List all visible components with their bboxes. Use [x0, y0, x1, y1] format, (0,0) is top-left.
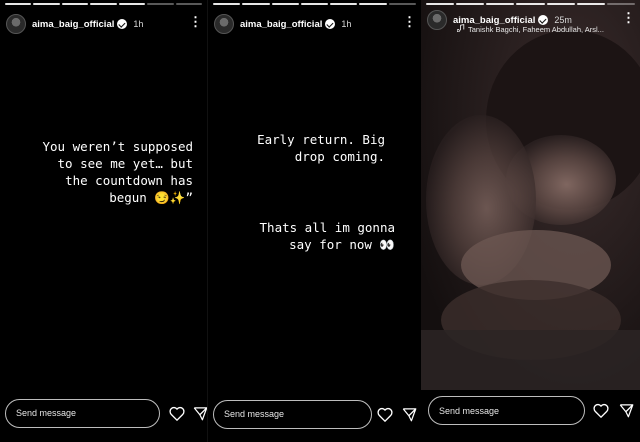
avatar[interactable] [214, 14, 234, 34]
more-options-icon[interactable]: ⋮ [189, 15, 202, 28]
send-message-input[interactable]: Send message [5, 398, 160, 428]
story-panel-2[interactable]: aima_baig_official 1h ⋮ Early return. Bi… [207, 0, 421, 442]
username[interactable]: aima_baig_official [240, 19, 322, 30]
send-icon[interactable] [191, 404, 207, 422]
send-icon[interactable] [617, 401, 635, 419]
heart-icon[interactable] [592, 401, 610, 419]
avatar[interactable] [6, 14, 26, 34]
story-caption: You weren’t supposed to see me yet… but … [42, 139, 193, 205]
music-note-icon [456, 24, 465, 34]
music-artists: Tanishk Bagchi, Faheem Abdullah, Arsl... [468, 24, 604, 34]
story-timestamp: 1h [341, 19, 352, 29]
story-panel-1[interactable]: aima_baig_official 1h ⋮ You weren’t supp… [0, 0, 207, 442]
music-attribution[interactable]: Tanishk Bagchi, Faheem Abdullah, Arsl... [456, 24, 604, 34]
send-message-input[interactable]: Send message [428, 396, 585, 425]
more-options-icon[interactable]: ⋮ [403, 15, 416, 28]
more-options-icon[interactable]: ⋮ [622, 11, 635, 24]
story-timestamp: 1h [133, 19, 144, 29]
story-progress-bar [426, 3, 635, 5]
story-progress-bar [5, 3, 202, 5]
avatar[interactable] [427, 10, 447, 30]
story-header: aima_baig_official 1h ⋮ [6, 12, 202, 36]
story-header: aima_baig_official 1h ⋮ [214, 12, 416, 36]
story-photo [421, 0, 640, 392]
story-footer: Send message [208, 394, 421, 434]
story-footer: Send message [421, 390, 640, 442]
heart-icon[interactable] [376, 405, 394, 423]
story-caption-secondary: Thats all im gonna say for now 👀 [259, 220, 395, 252]
send-message-input[interactable]: Send message [213, 399, 372, 429]
send-icon[interactable] [400, 405, 418, 423]
story-panel-3[interactable]: aima_baig_official 25m ⋮ Tanishk Bagchi,… [421, 0, 640, 442]
story-progress-bar [213, 3, 416, 5]
heart-icon[interactable] [168, 404, 186, 422]
story-footer: Send message [0, 393, 207, 433]
verified-badge-icon [117, 19, 128, 29]
story-caption: Early return. Big drop coming. [257, 132, 385, 164]
verified-badge-icon [325, 19, 336, 29]
username[interactable]: aima_baig_official [32, 19, 114, 30]
